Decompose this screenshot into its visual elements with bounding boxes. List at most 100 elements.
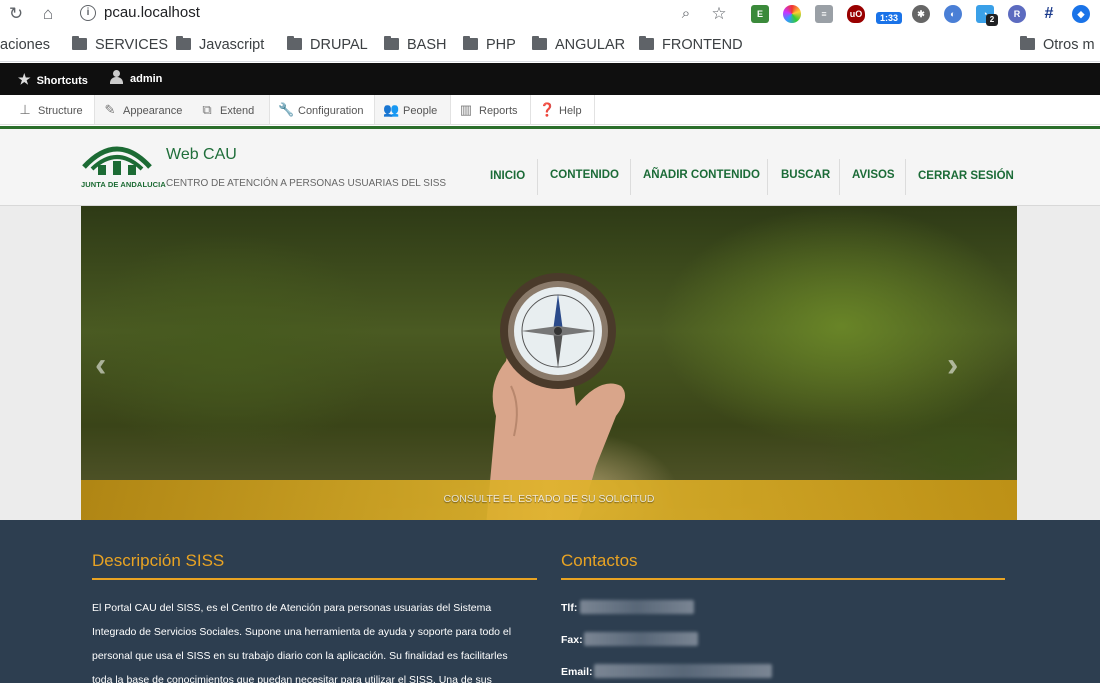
star-icon: ★: [18, 71, 31, 87]
tray-item-help[interactable]: ❓ Help: [531, 95, 595, 124]
user-tab[interactable]: admin: [110, 63, 162, 95]
extension-ublock-icon[interactable]: uO: [847, 5, 865, 23]
folder-icon: [639, 36, 654, 50]
tray-item-structure[interactable]: ⊥ Structure: [10, 95, 95, 124]
bookmark-star-icon[interactable]: ☆: [709, 4, 729, 24]
extension-database-icon[interactable]: ≡: [815, 5, 833, 23]
folder-icon: [1020, 36, 1035, 50]
description-text: personal que usa el SISS en su trabajo d…: [92, 650, 508, 662]
phone-value-redacted: [580, 600, 694, 614]
tray-label: Reports: [479, 105, 518, 117]
bookmark-folder-php[interactable]: PHP: [463, 36, 516, 53]
logo-text: JUNTA DE ANDALUCIA: [81, 180, 166, 189]
bookmark-folder-drupal[interactable]: DRUPAL: [287, 36, 368, 53]
tray-item-extend[interactable]: ⧉ Extend: [192, 95, 270, 124]
bookmark-item[interactable]: taciones: [0, 37, 50, 53]
description-rule: [92, 578, 537, 580]
bookmark-label: Javascript: [199, 37, 265, 53]
description-text: El Portal CAU del SISS, es el Centro de …: [92, 602, 492, 614]
admin-menu-tray: ⊥ Structure ✎ Appearance ⧉ Extend 🔧 Configur…: [0, 95, 1100, 125]
fax-value-redacted: [584, 632, 698, 646]
paintbrush-icon: ✎: [104, 102, 116, 117]
extension-r-icon[interactable]: R: [1008, 5, 1026, 23]
bookmark-folder-others[interactable]: Otros m: [1020, 36, 1095, 53]
nav-divider: [630, 159, 631, 195]
site-logo[interactable]: JUNTA DE ANDALUCIA: [80, 137, 166, 193]
extension-globe-icon[interactable]: ◐: [944, 5, 962, 23]
bookmark-label: SERVICES: [95, 37, 169, 53]
bookmark-label: PHP: [486, 37, 516, 53]
nav-cerrar-sesion[interactable]: CERRAR SESIÓN: [918, 158, 1014, 194]
folder-icon: [72, 36, 87, 50]
description-text: Integrado de Servicios Sociales. Supone …: [92, 626, 512, 638]
extension-evernote-icon[interactable]: E: [751, 5, 769, 23]
bookmark-label: BASH: [407, 37, 447, 53]
folder-icon: [384, 36, 399, 50]
bookmark-label: Otros m: [1043, 37, 1095, 53]
site-name[interactable]: Web CAU: [166, 146, 237, 164]
nav-divider: [905, 159, 906, 195]
tray-label: Configuration: [298, 105, 364, 117]
user-icon: [110, 70, 123, 84]
folder-icon: [176, 36, 191, 50]
reload-icon[interactable]: ↻: [6, 4, 26, 24]
extension-gear-icon[interactable]: ✱: [912, 5, 930, 23]
tray-label: People: [403, 105, 438, 117]
contacts-title: Contactos: [561, 551, 638, 570]
bookmark-folder-javascript[interactable]: Javascript: [176, 36, 265, 53]
tray-item-reports[interactable]: ▥ Reports: [451, 95, 531, 124]
description-text: toda la base de conocimientos que puedan…: [92, 674, 492, 683]
bookmarks-bar: taciones SERVICES Javascript DRUPAL BASH…: [0, 30, 1100, 62]
tray-label: Help: [559, 105, 582, 117]
folder-icon: [287, 36, 302, 50]
tray-label: Structure: [38, 105, 83, 117]
email-value-redacted[interactable]: [594, 664, 772, 678]
browser-toolbar: ↻ ⌂ i pcau.localhost ⌕ ☆ E ≡ uO 1:33 ✱ ◐…: [0, 0, 1100, 30]
site-slogan: CENTRO DE ATENCIÓN A PERSONAS USUARIAS D…: [166, 178, 447, 189]
bookmark-folder-services[interactable]: SERVICES: [72, 36, 169, 53]
bookmark-folder-frontend[interactable]: FRONTEND: [639, 36, 743, 53]
extension-timer-badge[interactable]: 1:33: [876, 12, 902, 24]
folder-icon: [532, 36, 547, 50]
bookmark-label: FRONTEND: [662, 37, 743, 53]
site-info-icon[interactable]: i: [80, 5, 96, 21]
bookmark-folder-angular[interactable]: ANGULAR: [532, 36, 626, 53]
bar-chart-icon: ▥: [459, 102, 473, 117]
address-bar[interactable]: pcau.localhost: [104, 4, 200, 21]
tray-item-people[interactable]: 👥 People: [375, 95, 451, 124]
zoom-icon[interactable]: ⌕: [676, 4, 696, 24]
sitemap-icon: ⊥: [19, 102, 31, 117]
shortcuts-label: Shortcuts: [36, 75, 88, 87]
nav-anadir-contenido[interactable]: AÑADIR CONTENIDO: [643, 157, 760, 193]
nav-buscar[interactable]: BUSCAR: [781, 157, 830, 193]
home-icon[interactable]: ⌂: [38, 4, 58, 24]
extension-drupal-icon[interactable]: ◆: [1072, 5, 1090, 23]
carousel-caption-bar[interactable]: CONSULTE EL ESTADO DE SU SOLICITUD: [81, 480, 1017, 520]
carousel-next-icon[interactable]: ›: [947, 346, 958, 385]
info-section: Descripción SISS El Portal CAU del SISS,…: [0, 520, 1100, 683]
people-icon: 👥: [383, 102, 400, 117]
admin-toolbar: ★ Shortcuts admin: [0, 63, 1100, 95]
shortcuts-tab[interactable]: ★ Shortcuts: [18, 63, 88, 95]
nav-inicio[interactable]: INICIO: [490, 158, 525, 194]
extension-colorpicker-icon[interactable]: [783, 5, 801, 23]
nav-avisos[interactable]: AVISOS: [852, 157, 895, 193]
extension-grid-icon[interactable]: #: [1040, 5, 1058, 23]
user-label: admin: [130, 73, 163, 85]
description-title: Descripción SISS: [92, 551, 225, 570]
bookmark-label: ANGULAR: [555, 37, 626, 53]
carousel-prev-icon[interactable]: ‹: [95, 346, 106, 385]
nav-divider: [767, 159, 768, 195]
folder-icon: [463, 36, 478, 50]
wrench-icon: 🔧: [278, 102, 295, 117]
junta-andalucia-logo-icon: [82, 146, 152, 175]
bookmark-label: DRUPAL: [310, 37, 368, 53]
tray-label: Appearance: [123, 105, 183, 117]
carousel-caption[interactable]: CONSULTE EL ESTADO DE SU SOLICITUD: [81, 493, 1017, 505]
tray-item-configuration[interactable]: 🔧 Configuration: [270, 95, 375, 124]
phone-label: Tlf:: [561, 602, 578, 614]
nav-contenido[interactable]: CONTENIDO: [550, 157, 619, 193]
help-icon: ❓: [539, 102, 556, 117]
bookmark-folder-bash[interactable]: BASH: [384, 36, 447, 53]
email-label: Email:: [561, 666, 593, 678]
